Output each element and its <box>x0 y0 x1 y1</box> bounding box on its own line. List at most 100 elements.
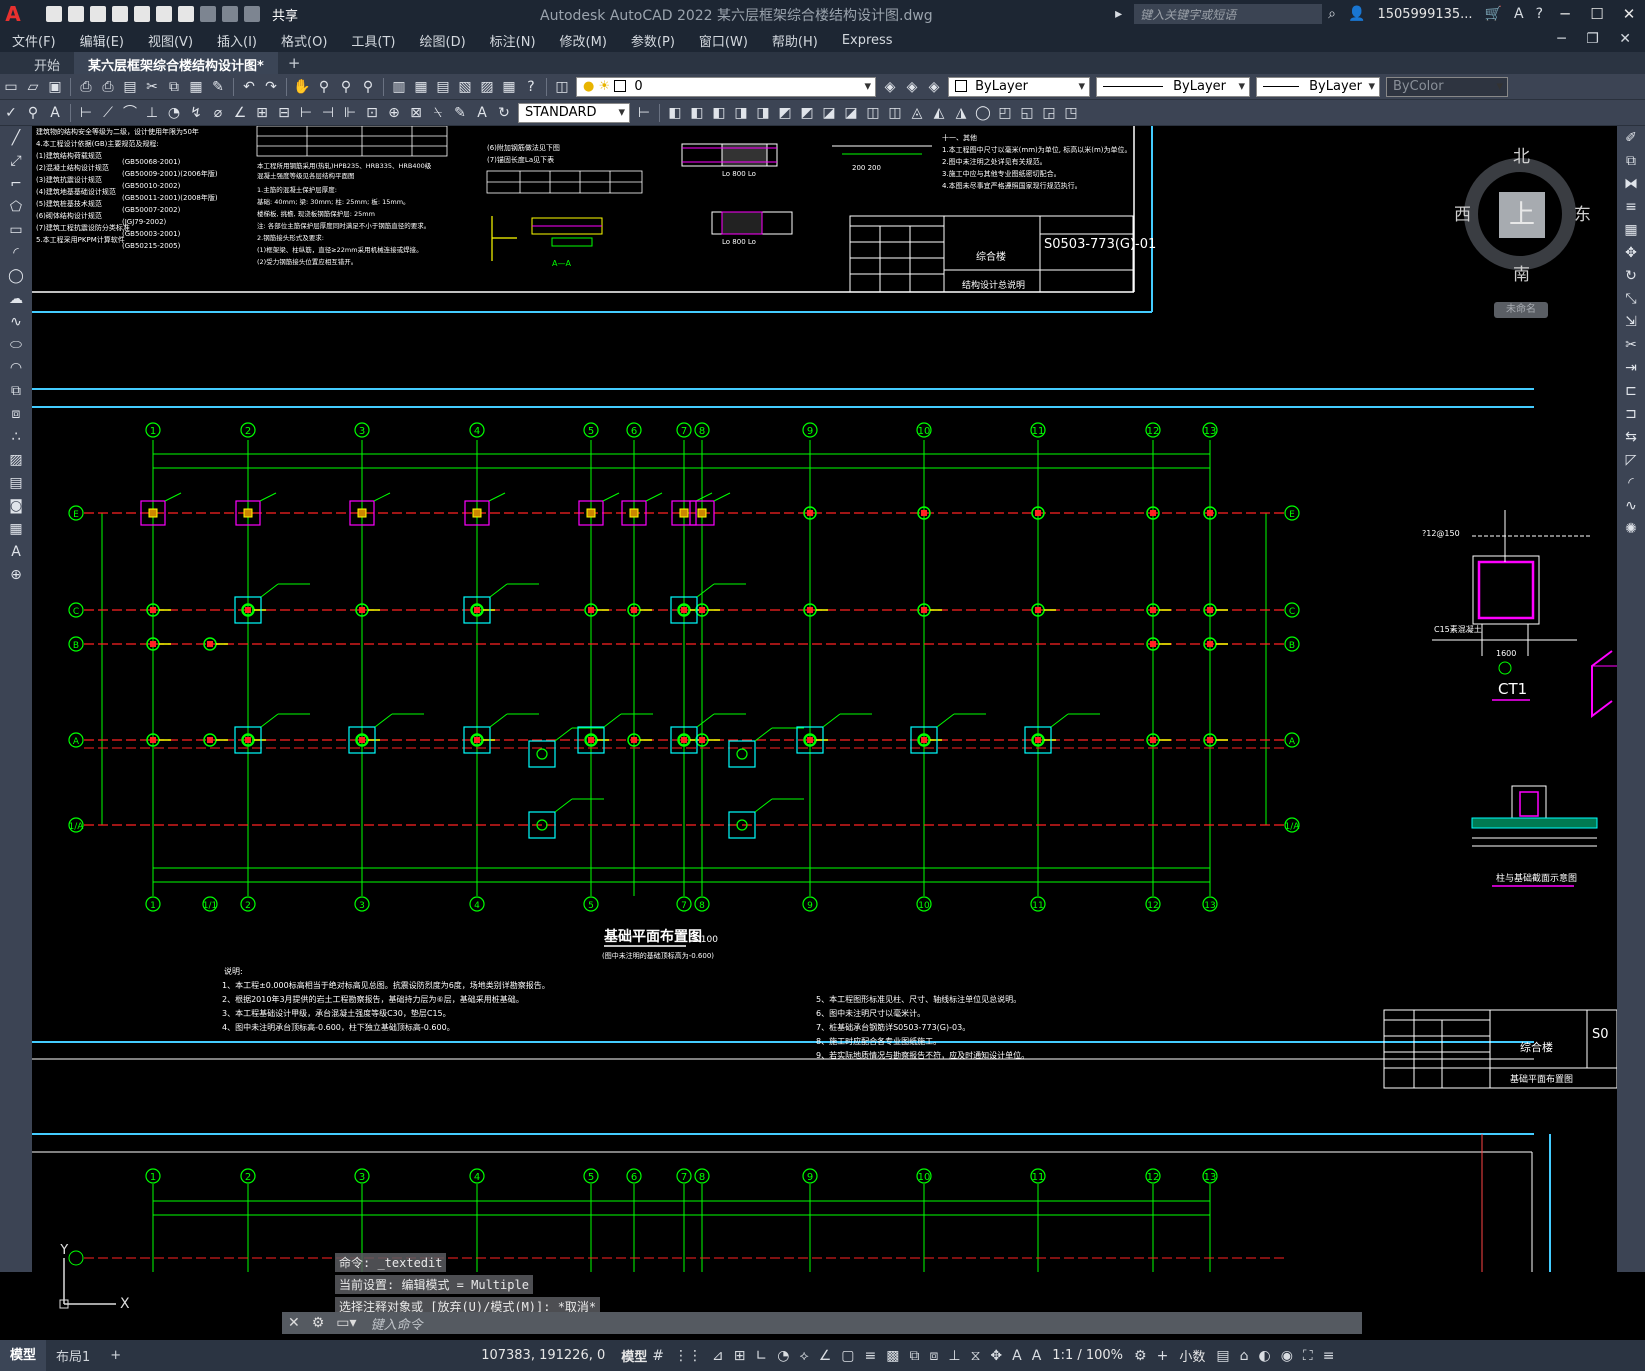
search-input[interactable]: 键入关键字或短语 <box>1134 4 1323 24</box>
linetype-dropdown[interactable]: ByLayer <box>1096 76 1250 97</box>
region-icon[interactable]: ◙ <box>7 497 25 515</box>
dimension-update-icon[interactable]: ↻ <box>495 104 513 122</box>
undo-icon[interactable] <box>200 6 216 22</box>
dynamic-input-icon[interactable]: ⊞ <box>734 1348 746 1364</box>
dimension-break-icon[interactable]: ⊩ <box>341 104 359 122</box>
jogged-linear-icon[interactable]: ⍀ <box>429 104 447 122</box>
dimstyle-dropdown[interactable]: STANDARD <box>518 102 630 123</box>
maximize-button[interactable]: ☐ <box>1581 5 1613 23</box>
arc-icon[interactable]: ◜ <box>7 244 25 262</box>
separate-icon[interactable]: ◫ <box>864 104 882 122</box>
menu-parametric[interactable]: 参数(P) <box>619 31 687 50</box>
doc-window-controls[interactable]: ─ ❐ ✕ <box>1557 31 1639 47</box>
paste-icon[interactable]: ▦ <box>187 78 205 96</box>
viewcube-top-face[interactable]: 上 <box>1499 192 1545 238</box>
dimension-edit-icon[interactable]: ✎ <box>451 104 469 122</box>
tool-palettes-icon[interactable]: ▤ <box>434 78 452 96</box>
compass-west[interactable]: 西 <box>1454 200 1471 225</box>
save-icon[interactable] <box>90 6 106 22</box>
render-icon[interactable]: ◮ <box>952 104 970 122</box>
trim-icon[interactable]: ✂ <box>1622 336 1640 354</box>
arc-length-icon[interactable]: ⌒ <box>121 104 139 122</box>
open-icon[interactable] <box>68 6 84 22</box>
fillet-icon[interactable]: ◜ <box>1622 474 1640 492</box>
extrude-icon[interactable]: ◨ <box>732 104 750 122</box>
polyline-icon[interactable]: ⌐ <box>7 175 25 193</box>
menu-draw[interactable]: 绘图(D) <box>408 31 478 50</box>
save-icon[interactable]: ▣ <box>46 78 64 96</box>
ellipse-icon[interactable]: ⬭ <box>7 336 25 354</box>
scale-icon[interactable]: ⤡ <box>1622 290 1640 308</box>
share-button[interactable]: 共享 <box>272 5 298 24</box>
tab-start[interactable]: 开始 <box>0 52 74 74</box>
zoom-realtime-icon[interactable]: ⚲ <box>315 78 333 96</box>
dynamic-ucs-icon[interactable]: ⊥ <box>948 1348 960 1364</box>
presspull-icon[interactable]: ◨ <box>754 104 772 122</box>
baseline-dimension-icon[interactable]: ⊟ <box>275 104 293 122</box>
layer-previous-icon[interactable]: ◈ <box>903 78 921 96</box>
jogged-dimension-icon[interactable]: ↯ <box>187 104 205 122</box>
transparency-icon[interactable]: ▩ <box>886 1348 899 1364</box>
clean-screen-icon[interactable]: ⛶ <box>1303 1348 1313 1364</box>
compass-east[interactable]: 东 <box>1574 200 1591 225</box>
help-icon[interactable]: ? <box>1536 6 1543 22</box>
open-icon[interactable]: ▱ <box>24 78 42 96</box>
union-icon[interactable]: ◧ <box>688 104 706 122</box>
ordinate-dimension-icon[interactable]: ⊥ <box>143 104 161 122</box>
named-view-menu[interactable]: 未命名 <box>1494 302 1548 318</box>
plotstyle-dropdown[interactable]: ByColor <box>1386 76 1508 97</box>
menu-format[interactable]: 格式(O) <box>269 31 339 50</box>
spline-icon[interactable]: ∿ <box>7 313 25 331</box>
multiline-text-icon[interactable]: A <box>7 543 25 561</box>
menu-view[interactable]: 视图(V) <box>136 31 205 50</box>
layer-state-icon[interactable]: ◈ <box>925 78 943 96</box>
close-button[interactable]: ✕ <box>1613 5 1645 23</box>
continue-dimension-icon[interactable]: ⊢ <box>297 104 315 122</box>
menu-dimension[interactable]: 标注(N) <box>478 31 548 50</box>
model-space-button[interactable]: 模型 <box>621 1346 647 1365</box>
dimension-style-icon[interactable]: ⊢ <box>635 104 653 122</box>
tab-active-drawing[interactable]: 某六层框架综合楼结构设计图* <box>74 52 278 74</box>
shell-icon[interactable]: ◫ <box>886 104 904 122</box>
center-mark-icon[interactable]: ⊕ <box>385 104 403 122</box>
radius-dimension-icon[interactable]: ◔ <box>165 104 183 122</box>
grid-icon[interactable]: # <box>652 1348 664 1364</box>
snap-icon[interactable]: ⋮⋮ <box>674 1348 702 1364</box>
web-open-icon[interactable] <box>134 6 150 22</box>
join-icon[interactable]: ⇆ <box>1622 428 1640 446</box>
quick-dimension-icon[interactable]: ⊞ <box>253 104 271 122</box>
help-icon[interactable]: ? <box>522 78 540 96</box>
copy-object-icon[interactable]: ⧉ <box>1622 152 1640 170</box>
saveas-icon[interactable] <box>112 6 128 22</box>
inspection-icon[interactable]: ⊠ <box>407 104 425 122</box>
point-icon[interactable]: ∴ <box>7 428 25 446</box>
menu-help[interactable]: 帮助(H) <box>760 31 830 50</box>
erase-icon[interactable]: ✐ <box>1622 129 1640 147</box>
linear-dimension-icon[interactable]: ⊢ <box>77 104 95 122</box>
stretch-icon[interactable]: ⇲ <box>1622 313 1640 331</box>
break-icon[interactable]: ⊐ <box>1622 405 1640 423</box>
close-icon[interactable]: ✕ <box>288 1315 300 1331</box>
tab-model[interactable]: 模型 <box>0 1340 47 1371</box>
menu-edit[interactable]: 编辑(E) <box>68 31 136 50</box>
layer-dropdown[interactable]: ● ☀ 0 <box>576 76 876 97</box>
make-block-icon[interactable]: ⧈ <box>7 405 25 423</box>
selection-cycling-icon[interactable]: ⧉ <box>909 1348 919 1364</box>
slice-icon[interactable]: ◩ <box>776 104 794 122</box>
undo-icon[interactable]: ↶ <box>240 78 258 96</box>
insert-block-icon[interactable]: ⧉ <box>7 382 25 400</box>
gizmo-icon[interactable]: ✥ <box>990 1348 1002 1364</box>
add-selected-icon[interactable]: ⊕ <box>7 566 25 584</box>
imprint-icon[interactable]: ◪ <box>842 104 860 122</box>
annotation-monitor-icon[interactable]: + <box>1157 1348 1169 1364</box>
cut-icon[interactable]: ✂ <box>143 78 161 96</box>
lock-ui-icon[interactable]: ⌂ <box>1240 1348 1249 1364</box>
break-at-point-icon[interactable]: ⊏ <box>1622 382 1640 400</box>
aligned-dimension-icon[interactable]: ⟋ <box>99 104 117 122</box>
3d-osnap-icon[interactable]: ⧈ <box>929 1348 938 1364</box>
new-icon[interactable]: ▭ <box>2 78 20 96</box>
pan-icon[interactable]: ✋ <box>293 78 311 96</box>
command-input[interactable]: 键入命令 <box>371 1314 423 1333</box>
workspace-gear-icon[interactable]: ⚙ <box>1134 1348 1147 1364</box>
compass-north[interactable]: 北 <box>1513 142 1530 167</box>
